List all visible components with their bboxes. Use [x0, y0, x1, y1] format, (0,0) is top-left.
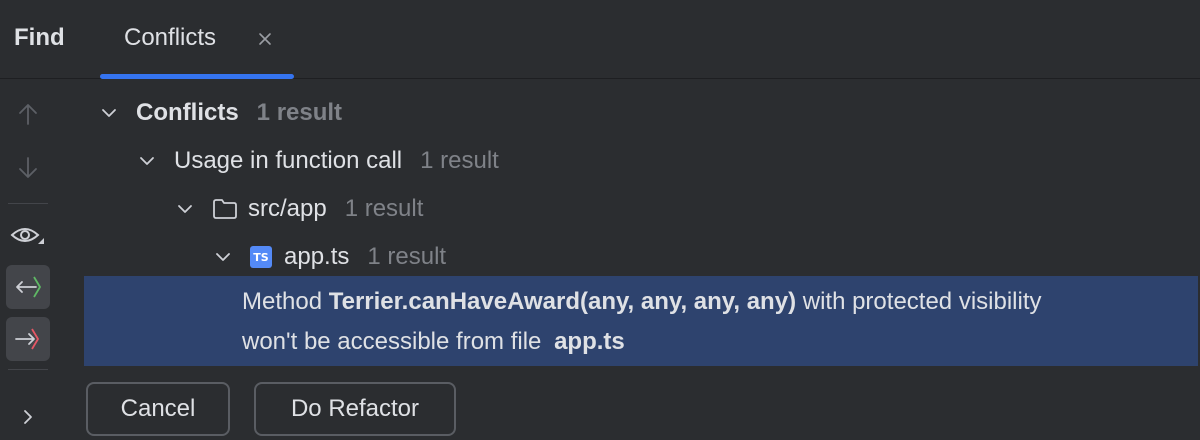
result-count: 1 result — [420, 147, 499, 174]
show-export-usages-button[interactable] — [6, 317, 50, 361]
result-count: 1 result — [367, 243, 447, 270]
export-icon — [15, 328, 39, 350]
result-count: 1 result — [256, 99, 343, 126]
tree-node-usage[interactable]: Usage in function call 1 result — [136, 139, 499, 183]
message-line-2: won't be accessible from file — [242, 328, 542, 355]
refactor-buttons-bar: Cancel Do Refactor — [68, 372, 1200, 440]
view-options-button[interactable] — [6, 213, 50, 257]
message-suffix: with protected visibility — [802, 288, 1042, 315]
result-count: 1 result — [344, 195, 424, 222]
arrow-up-icon — [19, 104, 37, 125]
chevron-down-icon[interactable] — [136, 150, 158, 172]
method-signature: Terrier.canHaveAward(any, any, any, any) — [328, 288, 797, 315]
chevron-down-icon[interactable] — [212, 246, 234, 268]
conflict-message-line-1: Method Terrier.canHaveAward(any, any, an… — [242, 288, 1042, 316]
next-occurrence-button[interactable] — [6, 145, 50, 189]
tab-conflicts[interactable]: Conflicts — [100, 0, 294, 79]
find-title: Find — [14, 24, 65, 51]
expand-toolbar-button[interactable] — [6, 395, 50, 439]
tree-node-label: Conflicts — [136, 99, 239, 126]
folder-icon — [213, 199, 237, 219]
tree-node-label: src/app — [248, 195, 327, 222]
chevron-right-icon — [24, 410, 32, 424]
eye-icon — [10, 228, 44, 244]
message-prefix: Method — [242, 288, 323, 315]
typescript-file-icon: TS — [250, 246, 272, 268]
previous-occurrence-button[interactable] — [6, 93, 50, 137]
find-tool-window: Find Conflicts Conflicts 1 result Usage … — [0, 0, 1200, 440]
tree-node-label: app.ts — [284, 243, 350, 270]
arrow-down-icon — [19, 157, 37, 178]
import-icon — [16, 276, 41, 298]
show-import-usages-button[interactable] — [6, 265, 50, 309]
do-refactor-button[interactable]: Do Refactor — [254, 382, 456, 436]
tree-node-folder[interactable]: src/app 1 result — [174, 187, 423, 231]
conflict-message-line-2: won't be accessible from file app.ts — [242, 328, 625, 356]
close-icon[interactable] — [254, 28, 276, 50]
left-toolbar — [0, 79, 68, 440]
tree-node-file[interactable]: TS app.ts 1 result — [212, 235, 446, 279]
toolbar-separator — [8, 203, 48, 204]
conflict-message-row[interactable]: Method Terrier.canHaveAward(any, any, an… — [84, 276, 1198, 366]
tool-window-header: Find Conflicts — [0, 0, 1200, 79]
tree-node-label: Usage in function call — [174, 147, 403, 174]
chevron-down-icon[interactable] — [98, 102, 120, 124]
cancel-button[interactable]: Cancel — [86, 382, 230, 436]
toolbar-separator — [8, 369, 48, 370]
conflicts-tree: Conflicts 1 result Usage in function cal… — [68, 79, 1200, 369]
message-file: app.ts — [554, 328, 625, 355]
chevron-down-icon[interactable] — [174, 198, 196, 220]
tab-conflicts-label: Conflicts — [124, 24, 217, 51]
tree-node-conflicts[interactable]: Conflicts 1 result — [98, 91, 342, 135]
